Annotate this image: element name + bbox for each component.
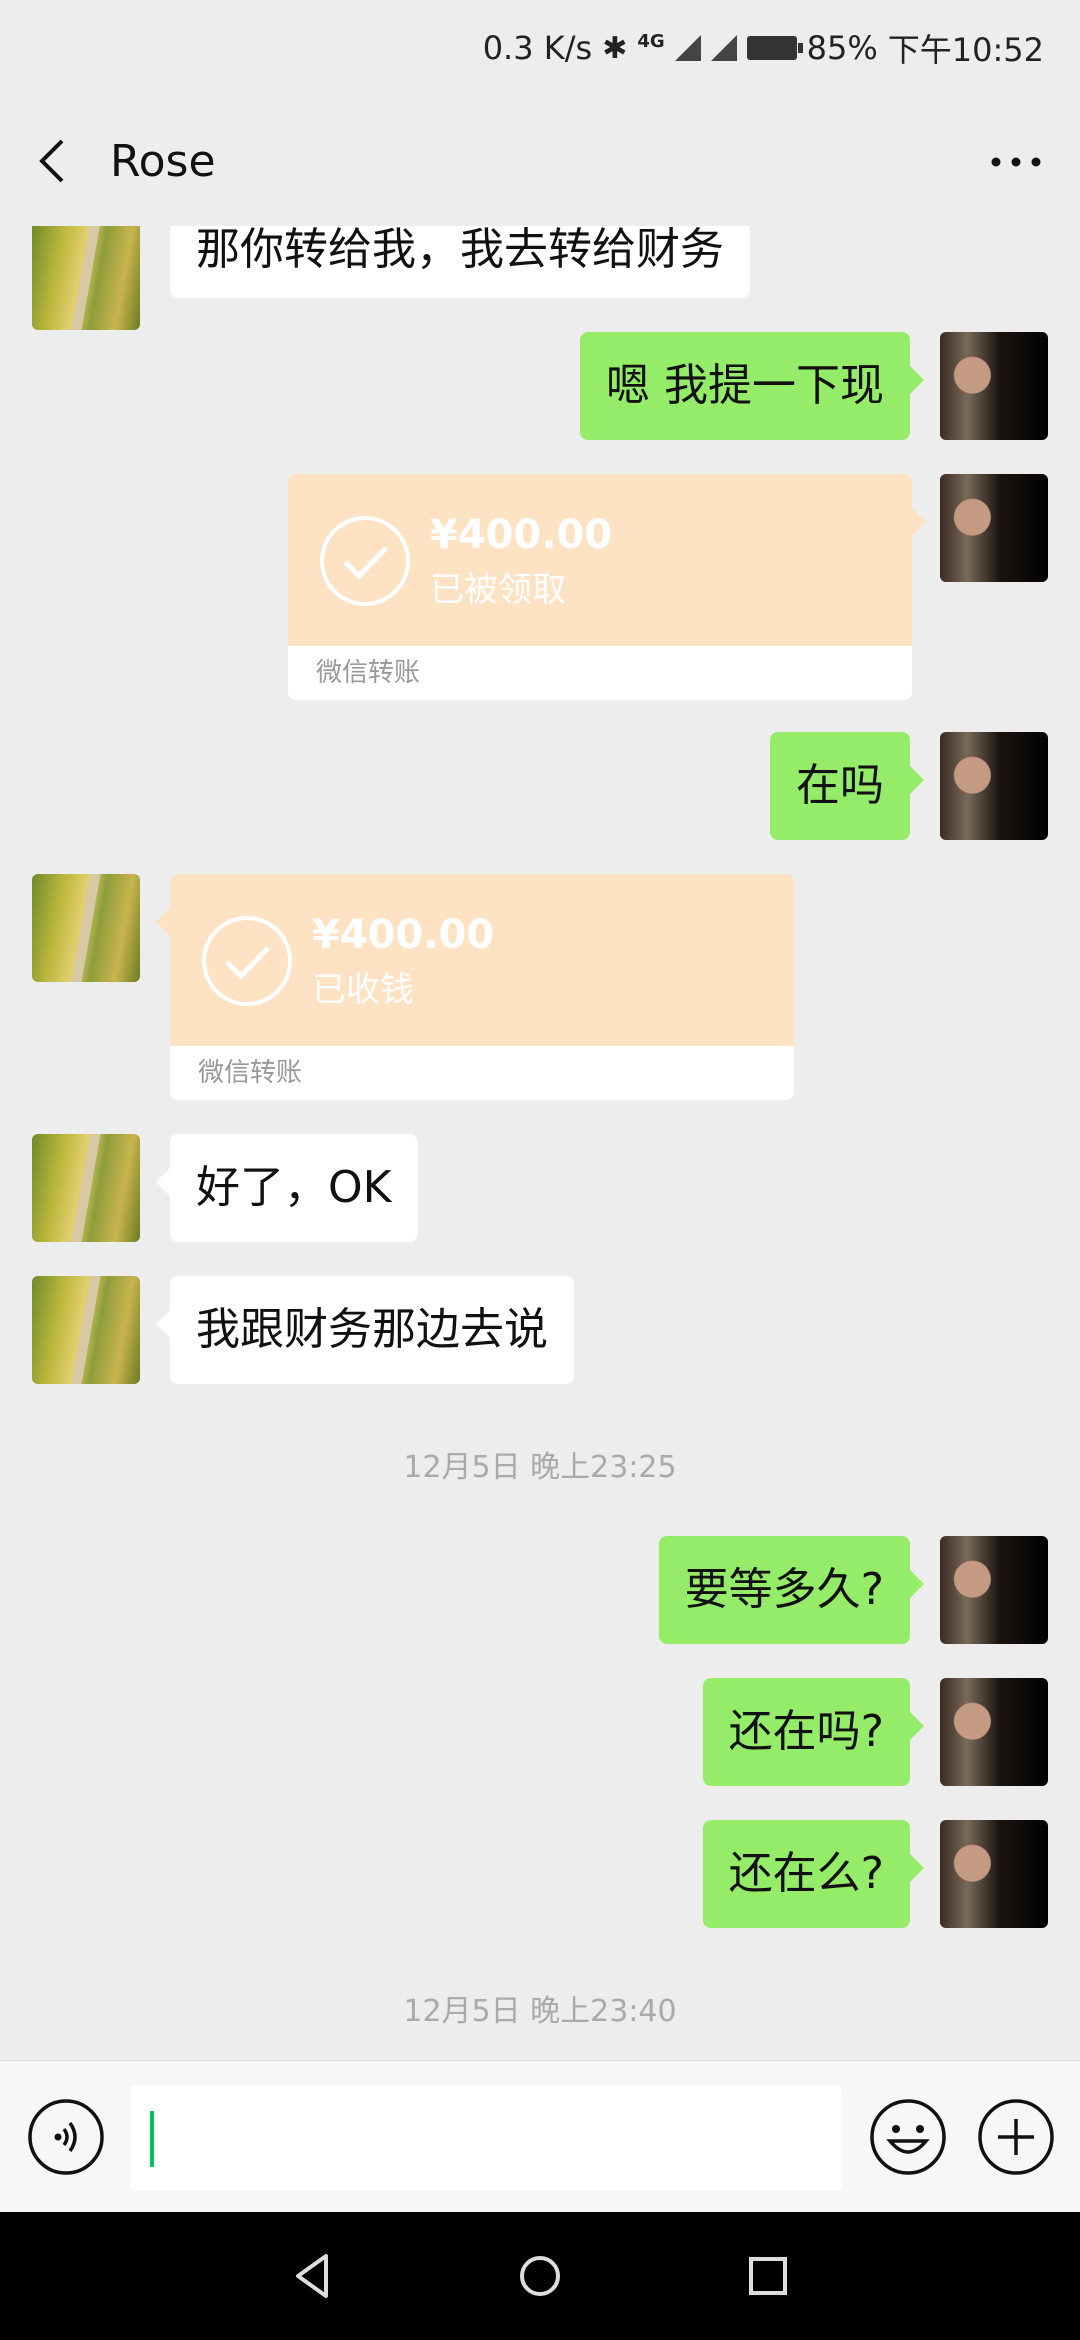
battery-icon xyxy=(746,36,803,60)
my-avatar[interactable] xyxy=(940,332,1048,440)
message-bubble[interactable]: 嗯 我提一下现 xyxy=(580,332,924,440)
message-row: 还在吗? xyxy=(0,1678,1080,1788)
battery-percent: 85% xyxy=(806,29,878,67)
contact-avatar[interactable] xyxy=(32,874,140,982)
clock: 下午10:52 xyxy=(887,31,1044,69)
chat-header: Rose xyxy=(0,96,1080,226)
bluetooth-icon: ✱ xyxy=(602,30,628,66)
my-avatar[interactable] xyxy=(940,474,1048,582)
timestamp: 12月5日 晚上23:25 xyxy=(403,1450,677,1485)
status-bar: 0.3 K/s ✱ 4G 85% 下午10:52 xyxy=(0,0,1080,96)
transfer-card[interactable]: ¥400.00 已被领取 微信转账 xyxy=(288,474,926,700)
message-row: ¥400.00 已收钱 微信转账 xyxy=(0,874,1080,1104)
contact-avatar[interactable] xyxy=(32,1276,140,1384)
message-bubble[interactable]: 那你转给我，我去转给财务 xyxy=(170,226,750,298)
network-type: 4G xyxy=(637,30,665,52)
message-input[interactable] xyxy=(130,2085,842,2191)
signal-icon-2 xyxy=(710,35,737,61)
message-bubble[interactable]: 好了，OK xyxy=(156,1134,418,1242)
more-options-icon[interactable] xyxy=(988,134,1044,190)
plus-icon[interactable] xyxy=(976,2097,1056,2177)
nav-recent-apps-icon[interactable] xyxy=(738,2246,798,2306)
emoji-icon[interactable] xyxy=(868,2097,948,2177)
signal-icon xyxy=(674,35,701,61)
message-row: 嗯 我提一下现 xyxy=(0,332,1080,442)
message-row: ¥400.00 已被领取 微信转账 xyxy=(0,474,1080,704)
transfer-amount: ¥400.00 xyxy=(312,912,495,958)
my-avatar[interactable] xyxy=(940,1820,1048,1928)
contact-avatar[interactable] xyxy=(32,1134,140,1242)
check-circle-icon xyxy=(320,516,410,606)
voice-input-icon[interactable] xyxy=(26,2097,106,2177)
my-avatar[interactable] xyxy=(940,732,1048,840)
message-bubble[interactable]: 要等多久? xyxy=(658,1536,925,1644)
contact-avatar[interactable] xyxy=(32,226,140,330)
message-row: 要等多久? xyxy=(0,1536,1080,1646)
message-bubble[interactable]: 还在吗? xyxy=(702,1678,925,1786)
check-circle-icon xyxy=(202,916,292,1006)
timestamp: 12月5日 晚上23:40 xyxy=(403,1994,677,2029)
chat-title: Rose xyxy=(110,135,216,187)
message-row: 那你转给我，我去转给财务 xyxy=(0,226,1080,330)
my-avatar[interactable] xyxy=(940,1536,1048,1644)
message-row: 我跟财务那边去说 xyxy=(0,1276,1080,1386)
message-row: 好了，OK xyxy=(0,1134,1080,1244)
message-row: 还在么? xyxy=(0,1820,1080,1930)
message-row: 在吗 xyxy=(0,732,1080,842)
message-list[interactable]: 那你转给我，我去转给财务 嗯 我提一下现 ¥400.00 已被领取 微信转账 在… xyxy=(0,226,1080,2060)
message-bubble[interactable]: 我跟财务那边去说 xyxy=(156,1276,574,1384)
transfer-status: 已被领取 xyxy=(430,570,566,610)
message-bubble[interactable]: 还在么? xyxy=(702,1820,925,1928)
transfer-footer: 微信转账 xyxy=(288,646,912,700)
text-cursor xyxy=(150,2111,154,2167)
system-nav-bar xyxy=(0,2212,1080,2340)
transfer-status: 已收钱 xyxy=(312,970,414,1010)
message-bubble[interactable]: 在吗 xyxy=(770,732,924,840)
transfer-card[interactable]: ¥400.00 已收钱 微信转账 xyxy=(156,874,794,1100)
input-bar xyxy=(0,2060,1080,2212)
transfer-amount: ¥400.00 xyxy=(430,512,613,558)
transfer-footer: 微信转账 xyxy=(170,1046,794,1100)
my-avatar[interactable] xyxy=(940,1678,1048,1786)
nav-back-icon[interactable] xyxy=(284,2246,344,2306)
nav-home-icon[interactable] xyxy=(510,2246,570,2306)
back-arrow-icon[interactable] xyxy=(20,111,100,211)
network-speed: 0.3 K/s xyxy=(482,29,593,67)
